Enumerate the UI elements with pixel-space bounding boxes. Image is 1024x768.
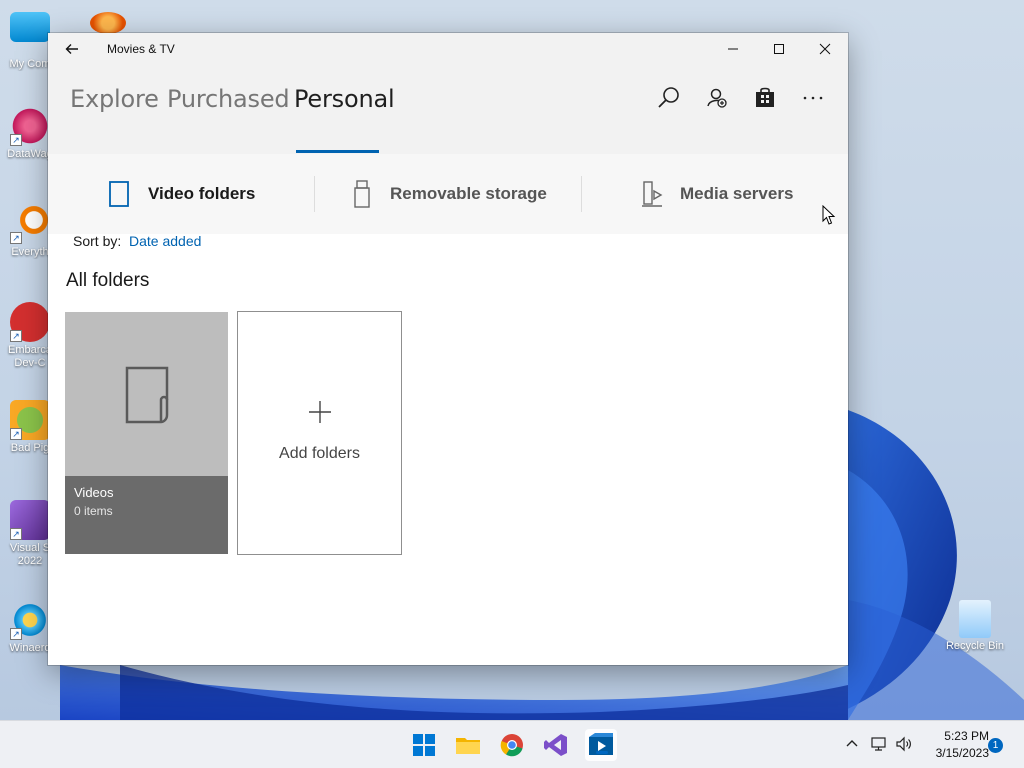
- folder-thumbnail: [65, 312, 228, 476]
- folder-caption: Videos 0 items: [65, 476, 228, 554]
- minimize-icon: [728, 48, 738, 50]
- taskbar: 5:23 PM 3/15/2023 1: [0, 720, 1024, 768]
- folder-item-count: 0 items: [74, 504, 113, 518]
- clock-time[interactable]: 5:23 PM: [929, 729, 989, 743]
- sub-nav-label: Removable storage: [390, 184, 547, 203]
- tab-explore[interactable]: Explore: [70, 85, 159, 113]
- more-dots-icon: [803, 96, 823, 100]
- movies-tv-window: Movies & TV Explore Purchased Personal V…: [48, 33, 848, 665]
- taskbar-visual-studio[interactable]: [540, 729, 572, 761]
- recycle-bin-icon: [959, 600, 991, 638]
- desktop-icon-recycle-bin[interactable]: Recycle Bin: [940, 600, 1010, 653]
- sub-nav-divider: [581, 176, 582, 212]
- show-hidden-icons-button[interactable]: [843, 735, 861, 753]
- desktop-icon-label: Recycle Bin: [945, 640, 1005, 652]
- visual-studio-icon: ↗: [10, 500, 50, 540]
- active-tab-indicator: [296, 150, 379, 153]
- sub-nav-removable-storage[interactable]: Removable storage: [350, 154, 547, 234]
- volume-button[interactable]: [895, 735, 913, 753]
- personal-sub-nav: Video folders Removable storage Media se…: [48, 154, 848, 234]
- usb-icon: [354, 180, 370, 208]
- store-bag-icon: [756, 87, 774, 107]
- movies-tv-icon: [589, 733, 613, 755]
- back-button[interactable]: [58, 37, 86, 61]
- speaker-icon: [896, 736, 911, 752]
- media-server-icon: [642, 181, 663, 207]
- folder-tile-videos[interactable]: Videos 0 items: [65, 312, 228, 554]
- sub-nav-label: Media servers: [680, 184, 794, 203]
- taskbar-movies-tv[interactable]: [585, 729, 617, 761]
- shortcut-arrow-icon: ↗: [10, 428, 22, 440]
- shortcut-arrow-icon: ↗: [10, 628, 22, 640]
- title-bar: Movies & TV: [48, 33, 848, 65]
- section-title: All folders: [66, 270, 150, 291]
- account-button[interactable]: [702, 83, 732, 113]
- magnifier-icon: ↗: [10, 204, 50, 244]
- back-arrow-icon: [65, 44, 78, 54]
- monitor-icon: [10, 12, 50, 42]
- shortcut-arrow-icon: ↗: [10, 134, 22, 146]
- plus-icon: [309, 401, 331, 423]
- datawag-icon: ↗: [10, 106, 50, 146]
- mouse-cursor-icon: [822, 205, 836, 225]
- sub-nav-divider: [314, 176, 315, 212]
- chevron-up-icon: [846, 740, 858, 747]
- tablet-icon: [109, 181, 129, 207]
- sort-by-dropdown[interactable]: Date added: [129, 233, 201, 249]
- windows-logo-icon: [413, 734, 435, 756]
- window-title: Movies & TV: [107, 42, 175, 56]
- search-button[interactable]: [654, 83, 684, 113]
- shortcut-arrow-icon: ↗: [10, 330, 22, 342]
- network-icon: [871, 737, 886, 751]
- tablet-icon: [125, 366, 169, 424]
- maximize-button[interactable]: [756, 33, 802, 65]
- store-button[interactable]: [750, 83, 780, 113]
- pig-icon: ↗: [10, 400, 50, 440]
- sub-nav-media-servers[interactable]: Media servers: [640, 154, 793, 234]
- network-button[interactable]: [870, 735, 888, 753]
- taskbar-chrome[interactable]: [496, 729, 528, 761]
- shortcut-arrow-icon: ↗: [10, 232, 22, 244]
- taskbar-file-explorer[interactable]: [452, 729, 484, 761]
- minimize-button[interactable]: [710, 33, 756, 65]
- dev-cpp-icon: ↗: [10, 302, 50, 342]
- active-app-indicator: [596, 751, 608, 754]
- maximize-icon: [774, 44, 784, 54]
- add-folders-label: Add folders: [279, 445, 360, 462]
- visual-studio-icon: [544, 734, 567, 756]
- close-button[interactable]: [802, 33, 848, 65]
- folder-name: Videos: [74, 485, 114, 500]
- sort-by-label: Sort by:: [73, 233, 122, 249]
- shortcut-arrow-icon: ↗: [10, 528, 22, 540]
- winaero-icon: ↗: [10, 600, 50, 640]
- browser-icon: [90, 12, 126, 34]
- sub-nav-video-folders[interactable]: Video folders: [108, 154, 255, 234]
- chrome-icon: [500, 734, 523, 757]
- search-icon: [658, 87, 679, 108]
- close-icon: [819, 43, 831, 55]
- sub-nav-label: Video folders: [148, 184, 256, 203]
- folder-icon: [456, 738, 480, 754]
- account-add-icon: [707, 88, 727, 108]
- tab-purchased[interactable]: Purchased: [167, 85, 290, 113]
- add-folders-tile[interactable]: Add folders: [237, 311, 402, 555]
- start-button[interactable]: [408, 729, 440, 761]
- more-options-button[interactable]: [798, 83, 828, 113]
- notification-badge[interactable]: 1: [988, 738, 1003, 753]
- clock-date[interactable]: 3/15/2023: [921, 746, 989, 760]
- tab-personal[interactable]: Personal: [294, 85, 395, 113]
- app-header: Explore Purchased Personal: [48, 65, 848, 154]
